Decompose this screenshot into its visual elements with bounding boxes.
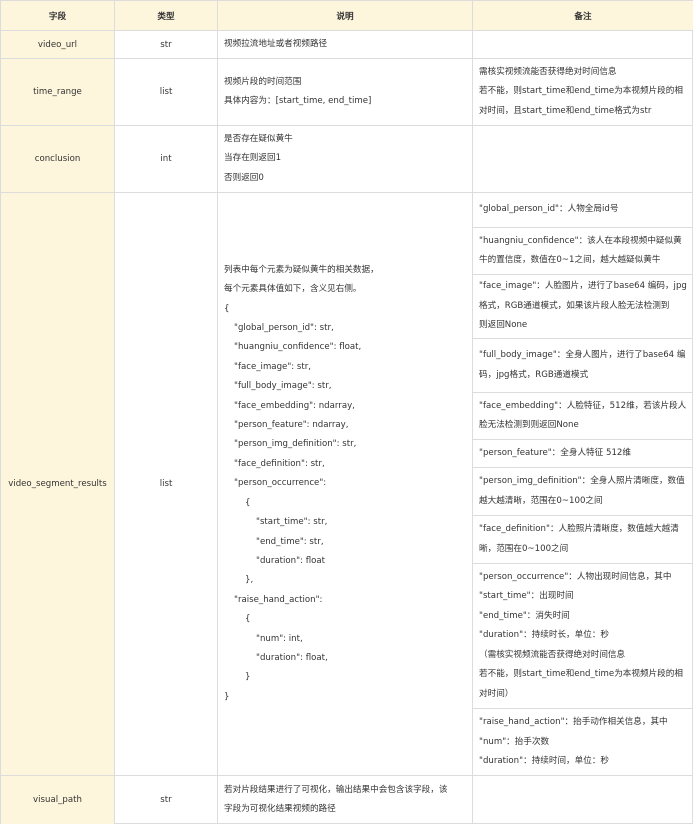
code-line: "num": int, — [256, 633, 303, 644]
note-person-feature: "person_feature"：全身人特征 512维 — [473, 440, 693, 468]
note-person-img-definition: "person_img_definition"：全身人照片清晰度，数值 越大越清… — [473, 468, 693, 516]
row-visual-path-description: 若对片段结果进行了可视化，输出结果中会包含该字段，该 字段为可视化结果视频的路径 — [218, 776, 473, 824]
desc-line: 当存在则返回1 — [224, 153, 282, 164]
code-line: "face_definition": str, — [234, 458, 325, 469]
note-global-person-id: "global_person_id"：人物全局id号 — [473, 193, 693, 228]
note-line: "face_embedding"：人脸特征，512维，若该片段人 — [479, 400, 687, 411]
code-line: "raise_hand_action": — [234, 594, 323, 605]
code-line: "person_occurrence": — [234, 478, 327, 489]
code-line: "duration": float — [256, 555, 326, 566]
document-page: 字段 类型 说明 备注 video_url str 视频拉流地址或者视频路径 t… — [0, 0, 693, 824]
header-field: 字段 — [1, 1, 115, 31]
note-raise-hand-action: "raise_hand_action"：抬手动作相关信息，其中 "num"：抬手… — [473, 709, 693, 776]
note-line: 牛的置信度，数值在0~1之间，越大越疑似黄牛 — [479, 255, 661, 265]
note-full-body-image: "full_body_image"：全身人图片，进行了base64 编 码，jp… — [473, 339, 693, 393]
code-line: "start_time": str, — [256, 517, 328, 528]
row-video-segment-results-field: video_segment_results — [1, 193, 115, 776]
desc-line: 每个元素具体值如下，含义见右侧。 — [224, 284, 362, 295]
row-conclusion-note — [473, 126, 693, 193]
note-line: 对时间） — [479, 688, 514, 699]
code-line: } — [245, 672, 251, 683]
note-line: "huangniu_confidence"：该人在本段视频中疑似黄 — [479, 235, 682, 246]
row-conclusion-description: 是否存在疑似黄牛 当存在则返回1 否则返回0 — [218, 126, 473, 193]
code-line: "person_img_definition": str, — [234, 439, 357, 450]
header-description: 说明 — [218, 1, 473, 31]
note-line: 若不能，则start_time和end_time为本视频片段的相 — [479, 86, 683, 97]
desc-line: 视频片段的时间范围 — [224, 76, 302, 87]
note-line: "person_feature"：全身人特征 512维 — [479, 447, 631, 458]
desc-line: 视频拉流地址或者视频路径 — [224, 38, 328, 49]
note-huangniu-confidence: "huangniu_confidence"：该人在本段视频中疑似黄 牛的置信度，… — [473, 228, 693, 275]
row-visual-path-field: visual_path — [1, 776, 115, 824]
note-face-image: "face_image"：人脸图片，进行了base64 编码，jpg 格式，RG… — [473, 275, 693, 339]
code-line: "person_feature": ndarray, — [234, 420, 349, 431]
code-line: } — [224, 691, 230, 702]
note-line: "num"：抬手次数 — [479, 736, 550, 747]
note-line: 晰，范围在0~100之间 — [479, 543, 569, 554]
note-line: "duration"：持续时长，单位：秒 — [479, 630, 610, 641]
note-line: "duration"：持续时间，单位：秒 — [479, 756, 610, 767]
code-line: { — [224, 303, 230, 314]
note-line: 需核实视频流能否获得绝对时间信息 — [479, 66, 617, 77]
note-line: 若不能，则start_time和end_time为本视频片段的相 — [479, 669, 683, 680]
note-line: （需核实视频流能否获得绝对时间信息 — [479, 649, 626, 660]
code-line: "end_time": str, — [256, 536, 324, 547]
code-line: "face_image": str, — [234, 361, 312, 372]
code-line: }, — [245, 575, 254, 586]
note-face-embedding: "face_embedding"：人脸特征，512维，若该片段人 脸无法检测到则… — [473, 393, 693, 440]
note-line: 则返回None — [479, 320, 528, 331]
note-line: "full_body_image"：全身人图片，进行了base64 编 — [479, 350, 686, 361]
note-line: "face_definition"：人脸照片清晰度，数值越大越清 — [479, 524, 679, 535]
row-time-range-type: list — [115, 59, 218, 126]
note-line: "person_img_definition"：全身人照片清晰度，数值 — [479, 476, 685, 487]
code-line: "duration": float, — [256, 652, 328, 663]
note-line: 码，jpg格式，RGB通道模式 — [479, 369, 589, 380]
row-conclusion-type: int — [115, 126, 218, 193]
note-line: "global_person_id"：人物全局id号 — [479, 204, 619, 215]
row-conclusion-field: conclusion — [1, 126, 115, 193]
code-line: "huangniu_confidence": float, — [234, 342, 362, 353]
note-line: "face_image"：人脸图片，进行了base64 编码，jpg — [479, 281, 687, 292]
row-video-segment-results-notes: "global_person_id"：人物全局id号 "huangniu_con… — [473, 193, 693, 776]
row-video-segment-results-description: 列表中每个元素为疑似黄牛的相关数据， 每个元素具体值如下，含义见右侧。 { "g… — [218, 193, 473, 776]
note-line: 格式，RGB通道模式，如果该片段人脸无法检测到 — [479, 300, 670, 311]
note-line: 越大越清晰，范围在0~100之间 — [479, 495, 603, 506]
code-line: "global_person_id": str, — [234, 323, 334, 334]
row-video-segment-results-type: list — [115, 193, 218, 776]
row-visual-path-type: str — [115, 776, 218, 824]
note-person-occurrence: "person_occurrence"：人物出现时间信息，其中 "start_t… — [473, 564, 693, 709]
desc-line: 字段为可视化结果视频的路径 — [224, 804, 336, 814]
desc-line: 列表中每个元素为疑似黄牛的相关数据， — [224, 264, 379, 275]
desc-line: 否则返回0 — [224, 172, 264, 183]
desc-line: 是否存在疑似黄牛 — [224, 133, 293, 144]
row-video-url-type: str — [115, 31, 218, 59]
row-visual-path-note — [473, 776, 693, 824]
note-line: 对时间，且start_time和end_time格式为str — [479, 105, 652, 116]
note-line: 脸无法检测到则返回None — [479, 420, 579, 430]
note-line: "start_time"：出现时间 — [479, 591, 574, 602]
code-line: { — [245, 614, 251, 625]
desc-line: 若对片段结果进行了可视化，输出结果中会包含该字段，该 — [224, 784, 448, 795]
row-video-url-description: 视频拉流地址或者视频路径 — [218, 31, 473, 59]
code-line: "full_body_image": str, — [234, 381, 332, 392]
row-video-url-field: video_url — [1, 31, 115, 59]
row-video-url-note — [473, 31, 693, 59]
row-time-range-description: 视频片段的时间范围 具体内容为：[start_time, end_time] — [218, 59, 473, 126]
header-note: 备注 — [473, 1, 693, 31]
note-face-definition: "face_definition"：人脸照片清晰度，数值越大越清 晰，范围在0~… — [473, 516, 693, 564]
header-type: 类型 — [115, 1, 218, 31]
row-time-range-note: 需核实视频流能否获得绝对时间信息 若不能，则start_time和end_tim… — [473, 59, 693, 126]
code-line: "face_embedding": ndarray, — [234, 400, 355, 411]
note-line: "end_time"：消失时间 — [479, 610, 570, 621]
desc-line: 具体内容为：[start_time, end_time] — [224, 96, 372, 106]
code-line: { — [245, 497, 251, 508]
note-line: "person_occurrence"：人物出现时间信息，其中 — [479, 572, 672, 583]
note-line: "raise_hand_action"：抬手动作相关信息，其中 — [479, 717, 668, 728]
row-time-range-field: time_range — [1, 59, 115, 126]
field-spec-table: 字段 类型 说明 备注 video_url str 视频拉流地址或者视频路径 t… — [0, 0, 693, 824]
